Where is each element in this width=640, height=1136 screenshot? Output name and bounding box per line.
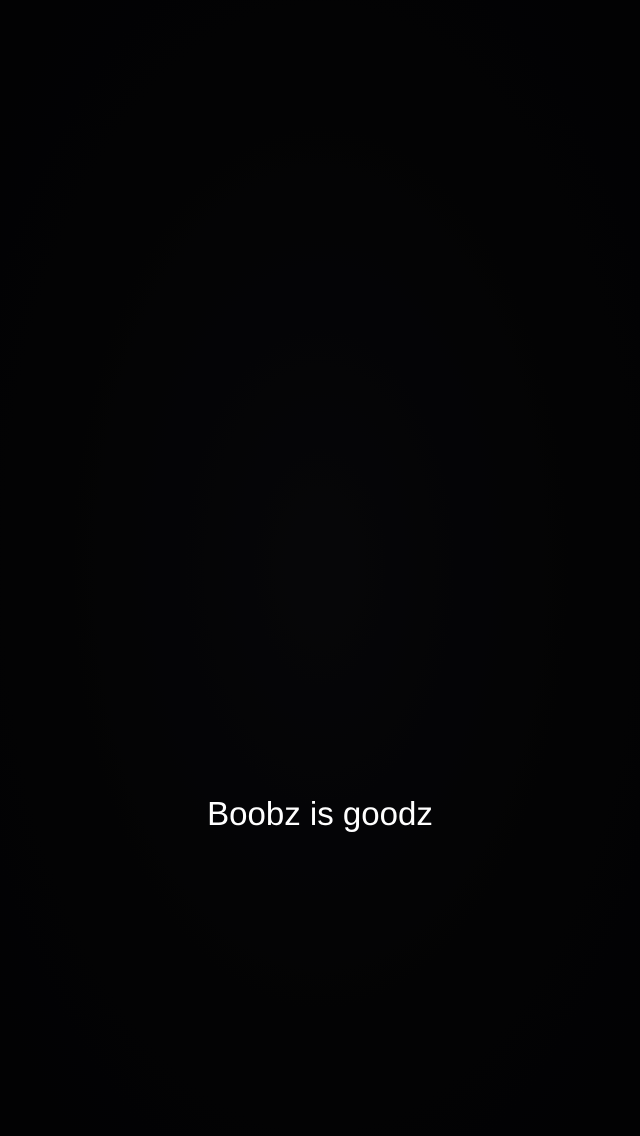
snap-photo[interactable] xyxy=(0,0,640,1136)
snap-caption[interactable]: Boobz is goodz xyxy=(0,791,640,837)
